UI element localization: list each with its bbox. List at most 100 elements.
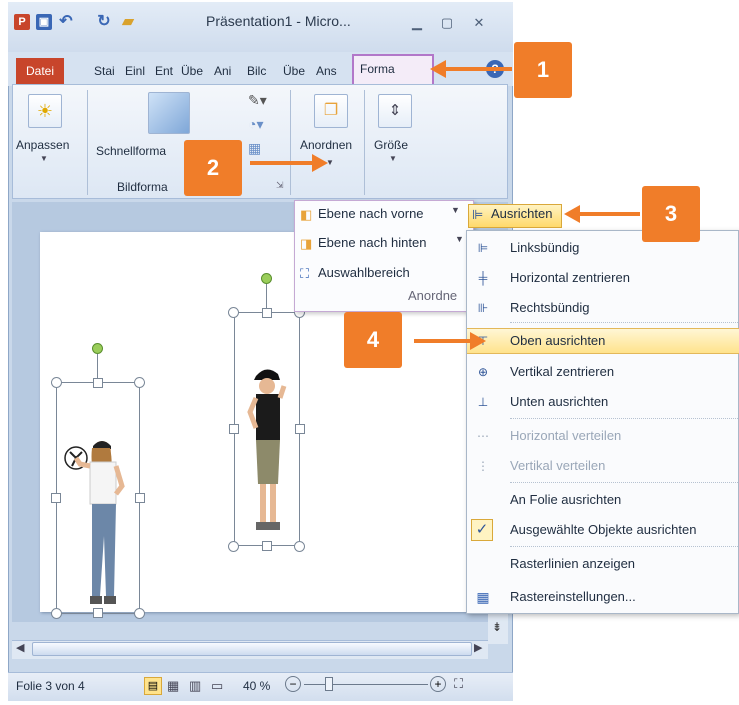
- close-icon[interactable]: ✕: [466, 12, 492, 34]
- slide-counter: Folie 3 von 4: [16, 679, 85, 693]
- send-backward-icon: ◨: [300, 236, 313, 251]
- align-center-item[interactable]: Horizontal zentrieren: [510, 266, 630, 290]
- rotation-handle[interactable]: [261, 273, 272, 284]
- picture-border-icon[interactable]: ✎▾: [248, 92, 267, 109]
- size-chevron-down-icon[interactable]: ▼: [389, 154, 397, 163]
- bring-forward-icon: ◧: [300, 207, 313, 222]
- align-top-icon: ⊤: [477, 334, 489, 348]
- grid-settings-icon: ▦: [476, 589, 490, 605]
- callout-badge-3: 3: [642, 186, 700, 242]
- tab-uebergaenge[interactable]: Übe: [181, 58, 203, 84]
- align-left-item[interactable]: Linksbündig: [510, 236, 579, 260]
- bring-forward-item[interactable]: Ebene nach vorne: [318, 203, 424, 225]
- resize-handle[interactable]: [135, 493, 145, 503]
- menu-separator: [510, 418, 738, 419]
- show-gridlines-item[interactable]: Rasterlinien anzeigen: [510, 552, 635, 576]
- send-backward-item[interactable]: Ebene nach hinten: [318, 232, 426, 254]
- selection-pane-icon: ⛶: [300, 266, 310, 281]
- dialog-launcher-icon[interactable]: ⇲: [276, 180, 284, 191]
- resize-handle[interactable]: [51, 608, 62, 619]
- adjust-label[interactable]: Anpassen: [16, 138, 69, 152]
- align-top-item[interactable]: Oben ausrichten: [510, 329, 605, 353]
- resize-handle[interactable]: [262, 308, 272, 318]
- scroll-left-icon[interactable]: ◀: [16, 641, 24, 654]
- resize-handle[interactable]: [51, 493, 61, 503]
- tab-ueberpruefen[interactable]: Übe: [283, 58, 305, 84]
- help-icon[interactable]: ?: [486, 60, 504, 78]
- redo-icon[interactable]: ↻: [96, 14, 112, 30]
- tab-ansicht[interactable]: Ans: [316, 58, 337, 84]
- grid-settings-item[interactable]: Rastereinstellungen...: [510, 585, 636, 609]
- zoom-out-icon[interactable]: −: [285, 676, 301, 692]
- slideshow-icon[interactable]: ▭: [211, 678, 223, 694]
- checkmark-icon: ✓: [471, 519, 493, 541]
- reading-view-icon[interactable]: ▥: [189, 678, 201, 694]
- resize-handle[interactable]: [134, 377, 145, 388]
- align-selected-objects-item[interactable]: Ausgewählte Objekte ausrichten: [510, 518, 696, 542]
- tab-bildschirm[interactable]: Bilc: [247, 58, 266, 84]
- distribute-vertical-icon: ⋮: [477, 459, 489, 473]
- zoom-level: 40 %: [243, 679, 271, 693]
- zoom-slider-track[interactable]: [304, 684, 428, 685]
- slide-sorter-icon[interactable]: ▦: [167, 678, 179, 694]
- callout-badge-4: 4: [344, 312, 402, 368]
- zoom-slider-thumb[interactable]: [325, 677, 333, 691]
- callout-badge-2: 2: [184, 140, 242, 196]
- tab-entwurf[interactable]: Ent: [155, 58, 173, 84]
- arrange-group-label: Anordne: [408, 288, 458, 303]
- align-middle-item[interactable]: Vertikal zentrieren: [510, 360, 614, 384]
- resize-handle[interactable]: [228, 307, 239, 318]
- resize-handle[interactable]: [51, 377, 62, 388]
- normal-view-icon[interactable]: ▤: [144, 677, 162, 695]
- align-to-slide-item[interactable]: An Folie ausrichten: [510, 488, 621, 512]
- tab-animationen[interactable]: Ani: [214, 58, 231, 84]
- save-icon[interactable]: ▣: [36, 14, 52, 30]
- tab-datei[interactable]: Datei: [16, 58, 64, 84]
- align-right-item[interactable]: Rechtsbündig: [510, 296, 590, 320]
- resize-handle[interactable]: [262, 541, 272, 551]
- tab-start[interactable]: Stai: [94, 58, 115, 84]
- resize-handle[interactable]: [93, 378, 103, 388]
- size-icon[interactable]: ⇕: [378, 94, 412, 128]
- resize-handle[interactable]: [294, 541, 305, 552]
- resize-handle[interactable]: [229, 424, 239, 434]
- quick-styles-picture-icon[interactable]: [148, 92, 190, 134]
- distribute-horizontal-item: Horizontal verteilen: [510, 428, 622, 443]
- open-folder-icon[interactable]: ▰: [120, 14, 136, 30]
- zoom-in-icon[interactable]: +: [430, 676, 446, 692]
- size-label[interactable]: Größe: [374, 138, 408, 152]
- resize-handle[interactable]: [228, 541, 239, 552]
- align-bottom-item[interactable]: Unten ausrichten: [510, 390, 608, 414]
- align-middle-icon: ⊕: [477, 365, 489, 379]
- fit-to-window-icon[interactable]: ⛶: [454, 676, 463, 692]
- picture-effects-icon[interactable]: ◔▾: [248, 116, 263, 133]
- window-title: Präsentation1 - Micro...: [206, 13, 351, 29]
- rotation-handle[interactable]: [92, 343, 103, 354]
- adjust-chevron-down-icon[interactable]: ▼: [40, 154, 48, 163]
- chevron-down-icon[interactable]: ▼: [451, 205, 460, 215]
- maximize-icon[interactable]: ▢: [434, 12, 460, 34]
- girl-with-ball-image[interactable]: [62, 436, 136, 610]
- minimize-icon[interactable]: ▁: [404, 12, 430, 34]
- arrange-label[interactable]: Anordnen: [300, 138, 352, 152]
- tab-einfuegen[interactable]: Einl: [125, 58, 145, 84]
- align-icon: ⊫: [472, 207, 484, 222]
- resize-handle[interactable]: [295, 424, 305, 434]
- chevron-down-icon[interactable]: ▼: [455, 234, 464, 244]
- ribbon-group-separator: [364, 90, 365, 195]
- arrange-chevron-down-icon[interactable]: ▼: [326, 158, 334, 167]
- ribbon-group-separator: [290, 90, 291, 195]
- arrange-icon[interactable]: ❐: [314, 94, 348, 128]
- picture-layout-icon[interactable]: ▦: [248, 140, 261, 157]
- callout-badge-1: 1: [514, 42, 572, 98]
- selection-pane-item[interactable]: Auswahlbereich: [318, 262, 410, 284]
- quick-styles-label[interactable]: Schnellforma: [96, 144, 166, 158]
- tab-format[interactable]: Forma: [352, 54, 434, 84]
- undo-icon[interactable]: ↶: [58, 14, 74, 30]
- horizontal-scroll-thumb[interactable]: [32, 642, 472, 656]
- scroll-next-slide-icon[interactable]: ⇟: [492, 620, 502, 634]
- align-button-label: Ausrichten: [491, 206, 553, 221]
- adjust-sun-icon[interactable]: ☀: [28, 94, 62, 128]
- boy-image[interactable]: [246, 366, 290, 534]
- scroll-right-icon[interactable]: ▶: [474, 641, 482, 654]
